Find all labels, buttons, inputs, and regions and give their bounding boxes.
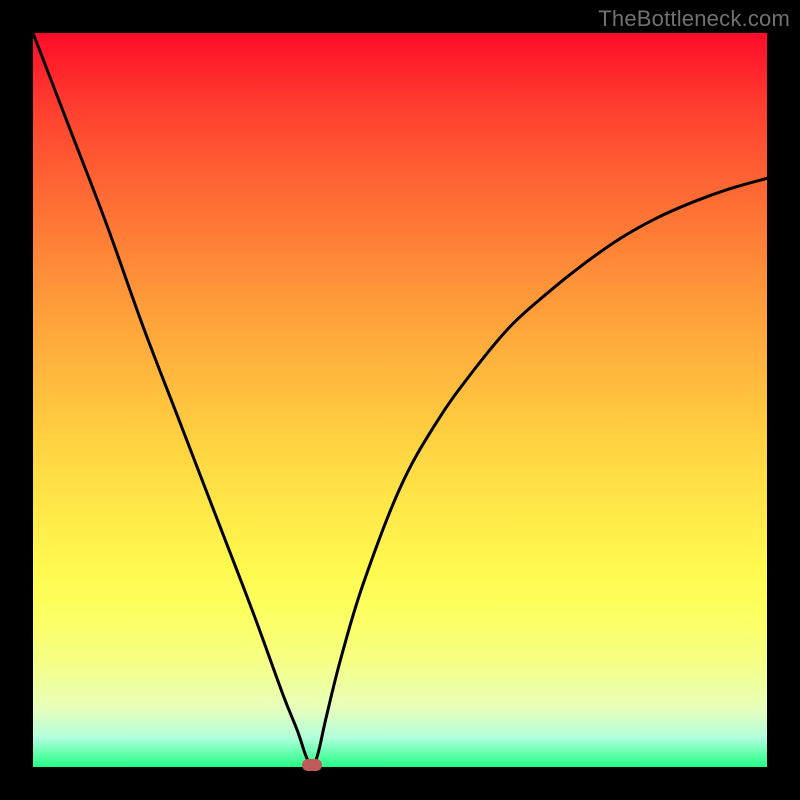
bottleneck-curve <box>33 33 767 767</box>
plot-area <box>33 33 767 767</box>
chart-frame: TheBottleneck.com <box>0 0 800 800</box>
optimal-marker <box>302 759 322 771</box>
curve-svg <box>33 33 767 767</box>
watermark-text: TheBottleneck.com <box>598 6 790 32</box>
